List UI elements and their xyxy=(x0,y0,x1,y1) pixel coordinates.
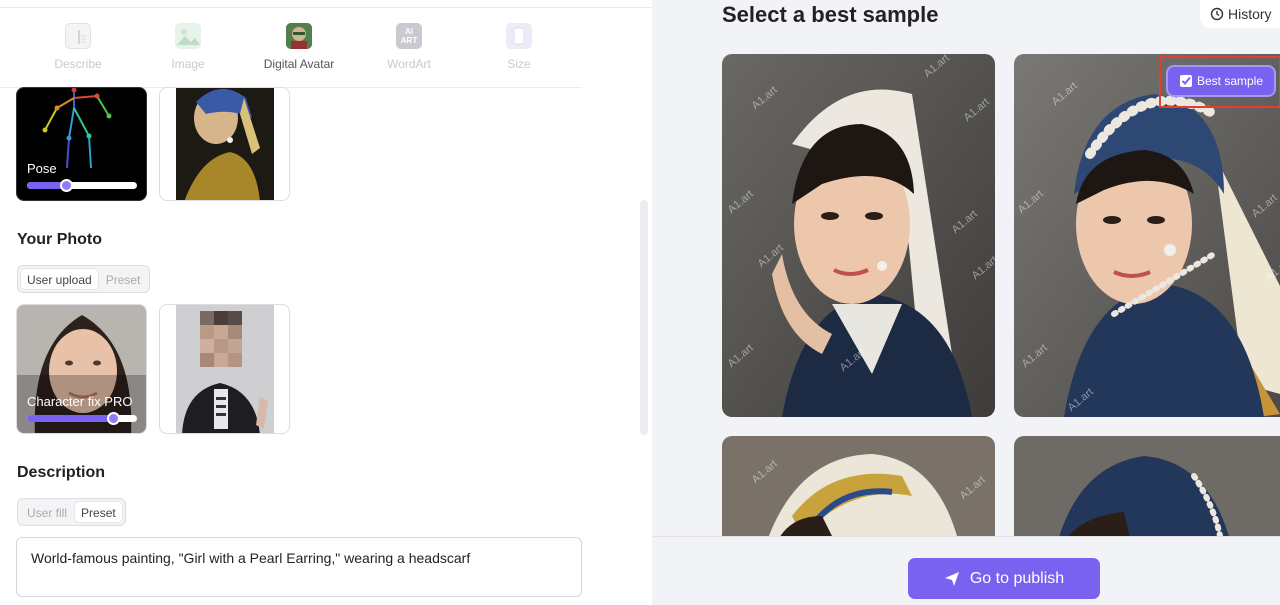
tab-wordart-label: WordArt xyxy=(387,57,431,71)
panel-title: Select a best sample xyxy=(722,2,939,27)
go-to-publish-button[interactable]: Go to publish xyxy=(908,558,1100,599)
sample-panel: Select a best sample History A1.art A1.a… xyxy=(652,0,1280,605)
user-photo-thumbnail[interactable]: Character fix PRO xyxy=(16,304,147,434)
sample-2-portrait xyxy=(1014,54,1280,417)
tab-digital-avatar[interactable]: Digital Avatar xyxy=(244,23,354,71)
description-preset-option[interactable]: Preset xyxy=(75,502,122,522)
tool-tabs: Describe Image Digital Avatar AI ART Wor… xyxy=(0,18,582,88)
sample-image-1[interactable]: A1.art A1.art A1.art A1.art A1.art A1.ar… xyxy=(722,54,995,417)
describe-icon xyxy=(65,23,91,49)
tab-describe[interactable]: Describe xyxy=(23,23,133,71)
tab-image-label: Image xyxy=(171,57,205,71)
character-fix-slider-knob[interactable] xyxy=(106,412,120,425)
panel-scrollbar[interactable] xyxy=(640,200,648,435)
photo-source-toggle: User upload Preset xyxy=(17,265,151,293)
top-divider xyxy=(0,0,652,8)
avatar-icon xyxy=(286,23,312,49)
your-photo-title: Your Photo xyxy=(17,231,103,248)
tab-wordart[interactable]: AI ART WordArt xyxy=(354,23,464,71)
go-to-publish-label: Go to publish xyxy=(969,569,1065,587)
description-input[interactable]: World-famous painting, "Girl with a Pear… xyxy=(16,537,582,597)
character-fix-slider[interactable] xyxy=(27,412,137,425)
tab-digital-avatar-label: Digital Avatar xyxy=(263,57,335,71)
wordart-icon: AI ART xyxy=(396,23,422,49)
tab-size-label: Size xyxy=(507,57,531,71)
pose-label: Pose xyxy=(27,161,57,176)
tab-image[interactable]: Image xyxy=(133,23,243,71)
character-fix-label: Character fix PRO xyxy=(27,394,133,409)
size-icon xyxy=(506,23,532,49)
best-sample-label: Best sample xyxy=(1196,74,1264,88)
tab-describe-label: Describe xyxy=(54,57,102,71)
reference-painting-thumbnail[interactable] xyxy=(159,87,290,201)
send-icon xyxy=(944,571,959,586)
pose-thumbnail[interactable]: Pose xyxy=(16,87,147,201)
history-button[interactable]: History xyxy=(1200,0,1280,28)
description-source-toggle: User fill Preset xyxy=(17,498,126,526)
tab-size[interactable]: Size xyxy=(464,23,574,71)
pose-slider[interactable] xyxy=(27,179,137,192)
image-icon xyxy=(175,23,201,49)
pixelated-photo-image xyxy=(176,305,274,433)
clock-icon xyxy=(1210,7,1224,21)
settings-panel: Describe Image Digital Avatar AI ART Wor… xyxy=(0,0,652,605)
wordart-icon-text: AI ART xyxy=(400,27,418,45)
checkmark-icon xyxy=(1179,75,1192,87)
painting-image xyxy=(176,88,274,200)
character-fix-slider-fill xyxy=(27,415,113,422)
publish-footer: Go to publish xyxy=(652,536,1280,605)
pose-slider-knob[interactable] xyxy=(59,179,73,192)
best-sample-button[interactable]: Best sample xyxy=(1168,67,1274,95)
sample-image-2[interactable]: A1.art A1.art A1.art A1.art A1.art A1.ar… xyxy=(1014,54,1280,417)
description-title: Description xyxy=(17,464,106,481)
preset-photo-thumbnail[interactable] xyxy=(159,304,290,434)
user-fill-option[interactable]: User fill xyxy=(21,502,73,522)
history-label: History xyxy=(1228,6,1272,22)
photo-preset-option[interactable]: Preset xyxy=(100,269,147,289)
user-upload-option[interactable]: User upload xyxy=(21,269,98,289)
